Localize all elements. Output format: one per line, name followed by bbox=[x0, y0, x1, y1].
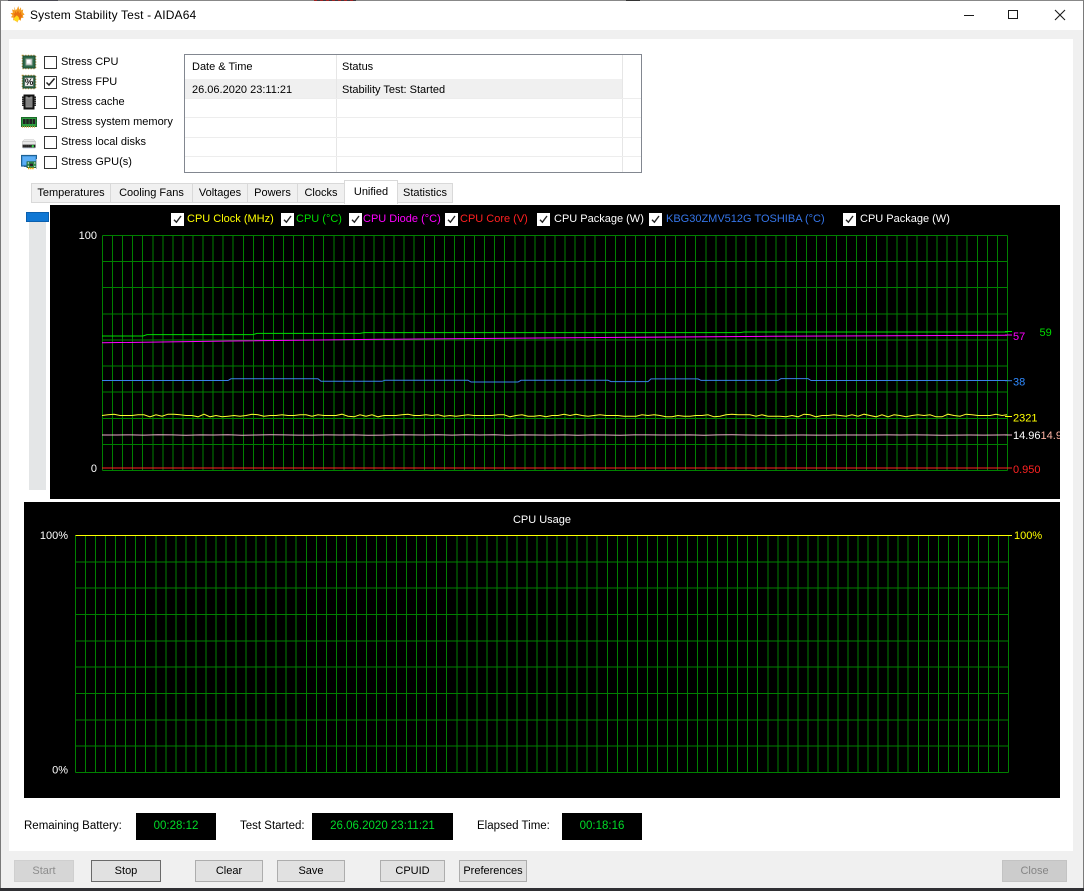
svg-text:100%: 100% bbox=[1014, 530, 1042, 542]
svg-text:CPU Usage: CPU Usage bbox=[513, 514, 571, 526]
svg-text:38: 38 bbox=[1013, 377, 1025, 389]
svg-text:0.950: 0.950 bbox=[1013, 464, 1041, 476]
svg-text:57: 57 bbox=[1013, 331, 1025, 343]
svg-text:100: 100 bbox=[79, 230, 97, 242]
svg-text:59: 59 bbox=[1040, 327, 1052, 339]
svg-text:%: % bbox=[25, 77, 34, 88]
svg-text:0%: 0% bbox=[52, 765, 68, 777]
svg-text:14.9614.9: 14.9614.9 bbox=[1013, 430, 1060, 442]
svg-text:100%: 100% bbox=[40, 530, 68, 542]
svg-text:2321: 2321 bbox=[1013, 413, 1037, 425]
svg-text:0: 0 bbox=[91, 463, 97, 475]
